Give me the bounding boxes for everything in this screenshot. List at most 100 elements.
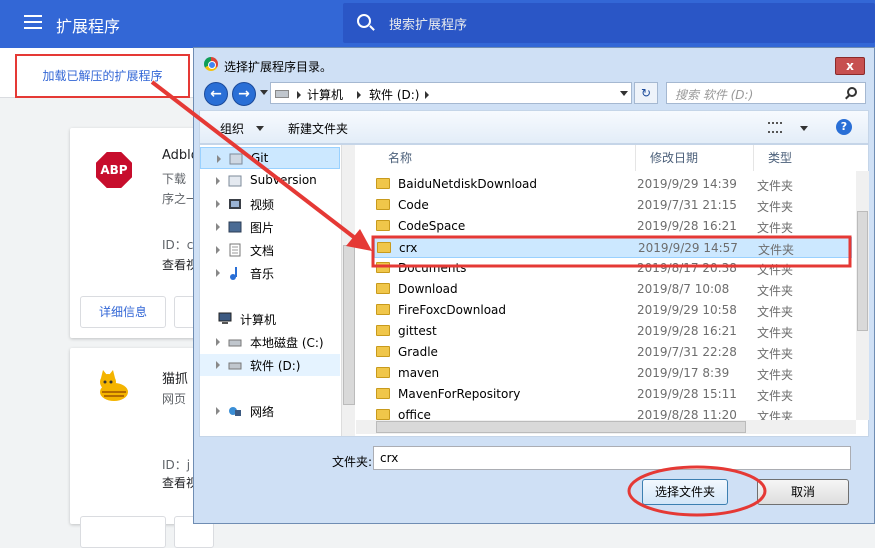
extension-card-adblock: ABP Adblo 下载 序之一 ID：c 查看视 详细信息 [70, 128, 214, 338]
expand-arrow-icon[interactable] [216, 200, 220, 208]
search-icon [357, 14, 371, 28]
column-header-date[interactable]: 修改日期 [636, 145, 754, 171]
address-bar[interactable]: 计算机 软件 (D:) [270, 82, 632, 104]
adblock-logo-icon: ABP [96, 152, 132, 188]
file-row-7[interactable]: gittest 2019/9/28 16:21 文件夹 [374, 321, 852, 342]
file-row-1[interactable]: Code 2019/7/31 21:15 文件夹 [374, 195, 852, 216]
organize-dropdown-icon[interactable] [256, 126, 264, 131]
folder-icon [376, 178, 390, 189]
cancel-button[interactable]: 取消 [757, 479, 849, 505]
file-type: 文件夹 [757, 347, 794, 361]
dialog-toolbar: 组织 新建文件夹 ? [199, 110, 869, 144]
file-name: FireFoxcDownload [398, 303, 506, 317]
search-icon [847, 87, 857, 97]
history-dropdown-icon[interactable] [260, 90, 268, 95]
column-header-name[interactable]: 名称 [374, 145, 636, 171]
nav-item-drive-c[interactable]: 本地磁盘 (C:) [200, 331, 340, 353]
view-dropdown-icon[interactable] [800, 126, 808, 131]
top-bar: 扩展程序 搜索扩展程序 [0, 0, 875, 48]
nav-item-music[interactable]: 音乐 [200, 262, 340, 284]
load-unpacked-button[interactable]: 加载已解压的扩展程序 [15, 54, 190, 98]
nav-item-documents[interactable]: 文档 [200, 239, 340, 261]
nav-label: 计算机 [240, 313, 277, 327]
search-extensions-box[interactable]: 搜索扩展程序 [343, 3, 875, 43]
extension-name: 猫抓 [162, 372, 189, 387]
close-button[interactable]: x [835, 57, 865, 75]
folder-search-input[interactable]: 搜索 软件 (D:) [666, 82, 866, 104]
extension-card-maozhua: 猫抓 网页 ID：j 查看视 [70, 348, 214, 548]
file-row-8[interactable]: Gradle 2019/7/31 22:28 文件夹 [374, 342, 852, 363]
column-header-type[interactable]: 类型 [754, 145, 856, 171]
details-button[interactable] [80, 516, 166, 548]
file-date: 2019/9/28 16:21 [637, 324, 737, 338]
file-name: gittest [398, 324, 437, 338]
file-type: 文件夹 [757, 179, 794, 193]
nav-item-git[interactable]: Git [200, 147, 340, 169]
address-dropdown-icon[interactable] [620, 91, 628, 96]
file-list-scrollbar-thumb[interactable] [857, 211, 868, 331]
document-icon [229, 243, 241, 257]
details-button[interactable]: 详细信息 [80, 296, 166, 328]
nav-scrollbar[interactable] [341, 145, 355, 436]
new-folder-button[interactable]: 新建文件夹 [288, 120, 348, 137]
horizontal-scrollbar[interactable] [356, 420, 856, 434]
nav-item-computer[interactable]: 计算机 [200, 308, 340, 330]
file-row-2[interactable]: CodeSpace 2019/9/28 16:21 文件夹 [374, 216, 852, 237]
nav-label: 网络 [250, 405, 275, 419]
computer-icon [218, 312, 232, 324]
breadcrumb-computer[interactable]: 计算机 [307, 86, 343, 103]
file-row-11[interactable]: office 2019/8/28 11:20 文件夹 [374, 405, 852, 420]
nav-scrollbar-thumb[interactable] [343, 245, 355, 405]
breadcrumb-arrow-icon[interactable] [357, 91, 361, 99]
file-row-5[interactable]: Download 2019/8/7 10:08 文件夹 [374, 279, 852, 300]
file-row-6[interactable]: FireFoxcDownload 2019/9/29 10:58 文件夹 [374, 300, 852, 321]
expand-arrow-icon[interactable] [216, 177, 220, 185]
menu-icon[interactable] [24, 15, 42, 31]
nav-item-pictures[interactable]: 图片 [200, 216, 340, 238]
breadcrumb-arrow-icon[interactable] [297, 91, 301, 99]
file-row-9[interactable]: maven 2019/9/17 8:39 文件夹 [374, 363, 852, 384]
folder-icon [376, 199, 390, 210]
network-icon [229, 407, 241, 416]
back-arrow-icon[interactable]: ← [204, 82, 228, 106]
breadcrumb-drive-d[interactable]: 软件 (D:) [369, 86, 419, 103]
nav-label: Subversion [250, 173, 317, 187]
file-type: 文件夹 [757, 389, 794, 403]
git-icon [229, 153, 243, 165]
file-name: Code [398, 198, 429, 212]
select-folder-dialog: 选择扩展程序目录。 x ← → 计算机 软件 (D:) ↻ 搜索 软件 (D:)… [193, 47, 875, 524]
file-type: 文件夹 [757, 200, 794, 214]
select-folder-button[interactable]: 选择文件夹 [642, 479, 728, 505]
breadcrumb-arrow-icon[interactable] [425, 91, 429, 99]
nav-item-videos[interactable]: 视频 [200, 193, 340, 215]
folder-icon [376, 346, 390, 357]
folder-icon [376, 388, 390, 399]
file-row-3[interactable]: crx 2019/9/29 14:57 文件夹 [374, 237, 852, 258]
expand-arrow-icon[interactable] [216, 338, 220, 346]
help-icon[interactable]: ? [836, 119, 852, 135]
nav-label: 视频 [250, 198, 275, 212]
extension-id: ID：c [162, 238, 194, 252]
nav-item-subversion[interactable]: Subversion [200, 170, 340, 192]
forward-arrow-icon[interactable]: → [232, 82, 256, 106]
dialog-title: 选择扩展程序目录。 [224, 60, 333, 74]
folder-name-input[interactable]: crx [373, 446, 851, 470]
view-options-icon[interactable] [768, 122, 782, 133]
expand-arrow-icon[interactable] [216, 246, 220, 254]
nav-item-drive-d[interactable]: 软件 (D:) [200, 354, 340, 376]
video-icon [229, 199, 241, 209]
horizontal-scrollbar-thumb[interactable] [376, 421, 746, 433]
file-row-4[interactable]: Documents 2019/8/17 20:38 文件夹 [374, 258, 852, 279]
expand-arrow-icon[interactable] [216, 361, 220, 369]
expand-arrow-icon[interactable] [216, 223, 220, 231]
refresh-icon[interactable]: ↻ [634, 82, 658, 104]
file-row-0[interactable]: BaiduNetdiskDownload 2019/9/29 14:39 文件夹 [374, 174, 852, 195]
file-list-scrollbar[interactable] [856, 171, 869, 420]
expand-arrow-icon[interactable] [216, 269, 220, 277]
file-type: 文件夹 [757, 284, 794, 298]
organize-button[interactable]: 组织 [220, 120, 244, 137]
nav-item-network[interactable]: 网络 [200, 400, 340, 422]
expand-arrow-icon[interactable] [216, 407, 220, 415]
file-row-10[interactable]: MavenForRepository 2019/9/28 15:11 文件夹 [374, 384, 852, 405]
expand-arrow-icon[interactable] [217, 155, 221, 163]
